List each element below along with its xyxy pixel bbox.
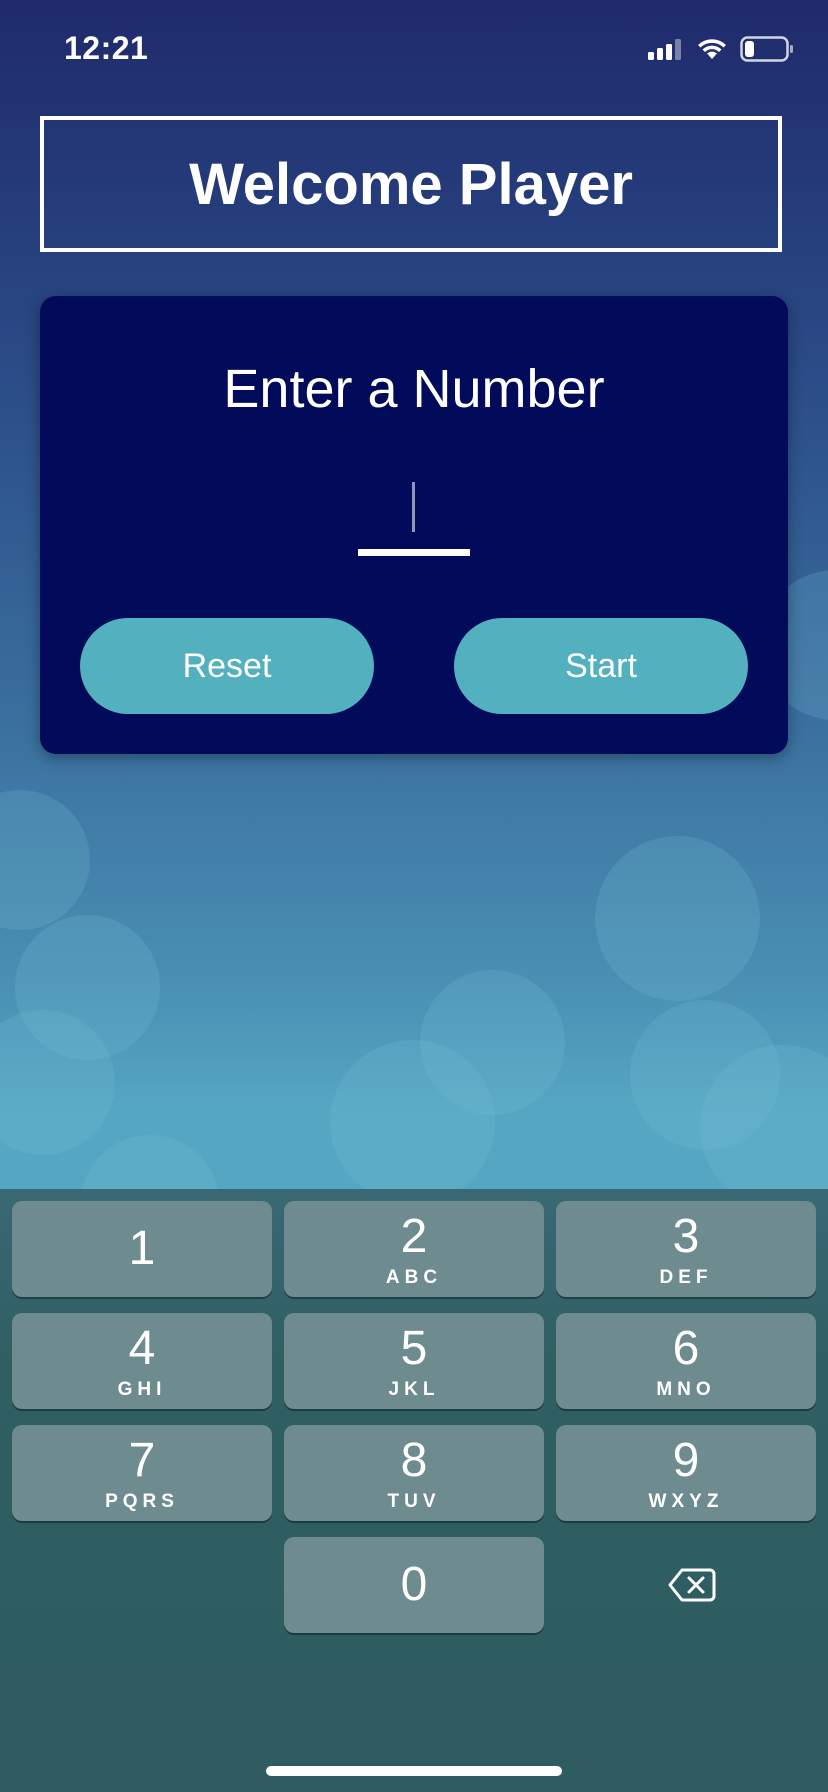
- key-letters: DEF: [659, 1267, 713, 1288]
- text-caret: [412, 482, 415, 532]
- key-8[interactable]: 8 TUV: [284, 1425, 544, 1521]
- background-bokeh: [330, 1040, 495, 1205]
- key-4[interactable]: 4 GHI: [12, 1313, 272, 1409]
- key-0[interactable]: 0: [284, 1537, 544, 1633]
- background-bokeh: [0, 790, 90, 930]
- key-digit: 8: [400, 1434, 428, 1487]
- battery-icon: [740, 36, 794, 67]
- key-7[interactable]: 7 PQRS: [12, 1425, 272, 1521]
- status-icons: [648, 36, 794, 67]
- key-digit: 9: [672, 1434, 700, 1487]
- background-bokeh: [595, 836, 760, 1001]
- reset-button[interactable]: Reset: [80, 618, 374, 714]
- card-title: Enter a Number: [223, 359, 605, 419]
- key-9[interactable]: 9 WXYZ: [556, 1425, 816, 1521]
- status-bar: 12:21: [0, 0, 828, 100]
- key-3[interactable]: 3 DEF: [556, 1201, 816, 1297]
- page-title: Welcome Player: [189, 151, 633, 217]
- key-digit: 7: [128, 1434, 156, 1487]
- backspace-key[interactable]: [556, 1539, 828, 1635]
- signal-icon: [648, 38, 684, 65]
- key-digit: 6: [672, 1322, 700, 1375]
- key-digit: 0: [400, 1558, 428, 1611]
- number-entry-card: Enter a Number Reset Start: [40, 296, 788, 754]
- key-1[interactable]: 1: [12, 1201, 272, 1297]
- start-button[interactable]: Start: [454, 618, 748, 714]
- key-letters: TUV: [387, 1491, 441, 1512]
- key-digit: 2: [400, 1210, 428, 1263]
- key-6[interactable]: 6 MNO: [556, 1313, 816, 1409]
- key-letters: PQRS: [105, 1491, 179, 1512]
- key-digit: 4: [128, 1322, 156, 1375]
- key-2[interactable]: 2 ABC: [284, 1201, 544, 1297]
- key-5[interactable]: 5 JKL: [284, 1313, 544, 1409]
- key-letters: GHI: [117, 1379, 167, 1400]
- backspace-icon: [668, 1568, 716, 1607]
- welcome-title-box: Welcome Player: [40, 116, 782, 252]
- key-digit: 3: [672, 1210, 700, 1263]
- key-digit: 1: [128, 1222, 156, 1275]
- home-indicator[interactable]: [266, 1766, 562, 1776]
- wifi-icon: [696, 37, 728, 66]
- key-letters: WXYZ: [648, 1491, 724, 1512]
- numeric-keypad: 1 2 ABC 3 DEF 4 GHI 5 JKL 6 MNO 7 PQRS 8…: [0, 1189, 828, 1792]
- key-letters: JKL: [388, 1379, 440, 1400]
- key-letters: MNO: [656, 1379, 716, 1400]
- key-digit: 5: [400, 1322, 428, 1375]
- key-letters: ABC: [385, 1267, 443, 1288]
- status-time: 12:21: [64, 30, 149, 66]
- app-screen: 12:21 Welcome Player Enter a Number Rese…: [0, 0, 828, 1792]
